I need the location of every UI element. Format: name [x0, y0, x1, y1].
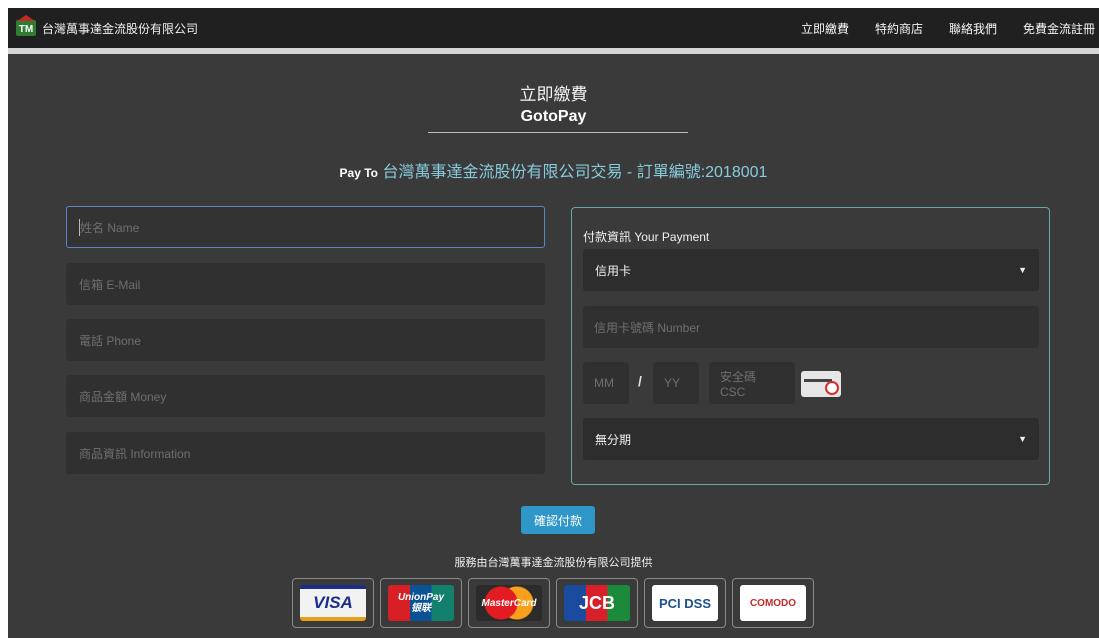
brand[interactable]: TM 台灣萬事達金流股份有限公司 [16, 15, 199, 37]
visa-logo-text: VISA [300, 585, 366, 621]
expiry-year-placeholder: YY [664, 376, 681, 390]
installment-select[interactable]: 無分期 ▼ [583, 418, 1039, 460]
service-provider-text: 服務由台灣萬事達金流股份有限公司提供 [454, 557, 653, 569]
payment-method-select[interactable]: 信用卡 ▼ [583, 249, 1039, 291]
pay-to-lead: Pay To [339, 166, 379, 180]
card-number-input[interactable]: 信用卡號碼 Number [583, 306, 1039, 348]
email-input[interactable]: 信箱 E-Mail [66, 263, 545, 305]
nav-link-register[interactable]: 免費金流註冊 [1023, 20, 1095, 37]
csc-input[interactable]: 安全碼 CSC [709, 362, 795, 404]
page-title-en: GotoPay [520, 108, 587, 125]
nav-link-merchants[interactable]: 特約商店 [875, 20, 923, 37]
email-placeholder: 信箱 E-Mail [79, 277, 141, 292]
payment-panel: 付款資訊 Your Payment 信用卡 ▼ 信用卡號碼 Number MM … [571, 207, 1050, 485]
payment-method-value: 信用卡 [595, 263, 632, 278]
mastercard-logo-text: MasterCard [476, 585, 542, 621]
phone-input[interactable]: 電話 Phone [66, 319, 545, 361]
information-input[interactable]: 商品資訊 Information [66, 432, 545, 474]
jcb-logo: JCB [556, 578, 638, 628]
mastercard-logo: MasterCard [468, 578, 550, 628]
installment-value: 無分期 [595, 432, 632, 447]
unionpay-logo-cn-text: 银联 [411, 603, 431, 614]
brand-logo-icon: TM [16, 15, 36, 36]
comodo-logo: COMODO [732, 578, 814, 628]
main-content: 立即繳費 GotoPay Pay To 台灣萬事達金流股份有限公司交易 - 訂單… [8, 54, 1099, 638]
csc-placeholder: 安全碼 CSC [720, 369, 757, 399]
information-placeholder: 商品資訊 Information [79, 446, 191, 461]
payment-panel-title: 付款資訊 Your Payment [583, 230, 710, 244]
nav-links: 立即繳費 特約商店 聯絡我們 免費金流註冊 [775, 20, 1099, 37]
nav-link-pay-now[interactable]: 立即繳費 [801, 20, 849, 37]
card-csc-icon [801, 371, 841, 397]
jcb-logo-text: JCB [564, 585, 630, 621]
confirm-payment-button[interactable]: 確認付款 [521, 506, 595, 534]
pci-dss-logo: PCI DSS [644, 578, 726, 628]
card-number-placeholder: 信用卡號碼 Number [594, 320, 701, 335]
expiry-month-placeholder: MM [594, 376, 614, 390]
brand-logo-text: TM [18, 24, 34, 35]
pay-to-line: Pay To 台灣萬事達金流股份有限公司交易 - 訂單編號:2018001 [8, 158, 1099, 182]
money-placeholder: 商品金額 Money [79, 389, 167, 404]
name-placeholder: 姓名 Name [79, 218, 140, 236]
phone-placeholder: 電話 Phone [79, 333, 142, 348]
name-input[interactable]: 姓名 Name [66, 206, 545, 248]
pci-dss-logo-text: PCI DSS [652, 585, 718, 621]
expiry-separator: / [638, 373, 642, 389]
nav-link-contact[interactable]: 聯絡我們 [949, 20, 997, 37]
unionpay-logo: UnionPay 银联 [380, 578, 462, 628]
chevron-down-icon: ▼ [1018, 265, 1027, 275]
brand-name: 台灣萬事達金流股份有限公司 [42, 21, 199, 36]
comodo-logo-text: COMODO [740, 585, 806, 621]
page-title-cn: 立即繳費 [519, 85, 588, 104]
chevron-down-icon: ▼ [1018, 434, 1027, 444]
page-title: 立即繳費 GotoPay [8, 84, 1099, 128]
visa-logo: VISA [292, 578, 374, 628]
expiry-month-input[interactable]: MM [583, 362, 629, 404]
money-input[interactable]: 商品金額 Money [66, 375, 545, 417]
title-divider [428, 132, 688, 133]
top-navbar: TM 台灣萬事達金流股份有限公司 立即繳費 特約商店 聯絡我們 免費金流註冊 [8, 8, 1099, 48]
unionpay-logo-text: UnionPay [397, 592, 445, 603]
pay-to-text: 台灣萬事達金流股份有限公司交易 - 訂單編號:2018001 [382, 164, 768, 181]
expiry-year-input[interactable]: YY [653, 362, 699, 404]
payment-logos: VISA UnionPay 银联 MasterCard JCB PCI DSS C… [292, 578, 820, 628]
